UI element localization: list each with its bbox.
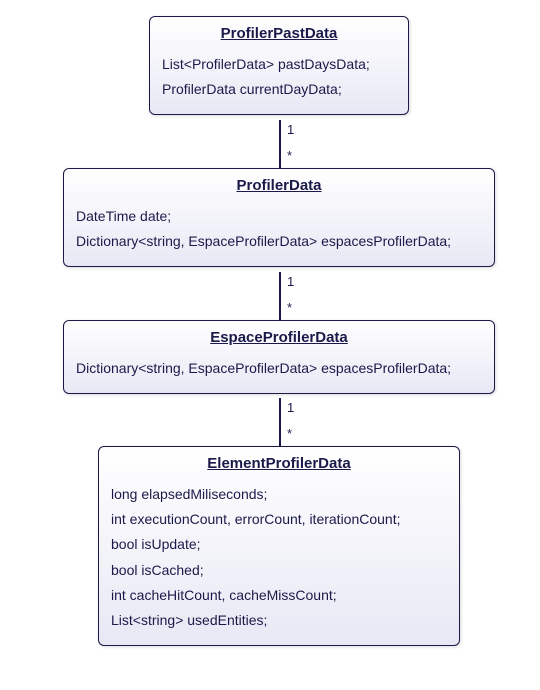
- attr: List<string> usedEntities;: [111, 608, 447, 633]
- attr: long elapsedMiliseconds;: [111, 482, 447, 507]
- class-title: EspaceProfilerData: [64, 321, 494, 352]
- class-profiler-data: ProfilerData DateTime date; Dictionary<s…: [63, 168, 495, 267]
- multiplicity-bot: *: [287, 426, 292, 441]
- uml-diagram: ProfilerPastData List<ProfilerData> past…: [0, 0, 540, 690]
- attr: ProfilerData currentDayData;: [162, 77, 396, 102]
- attr: DateTime date;: [76, 204, 482, 229]
- attr: bool isCached;: [111, 558, 447, 583]
- class-espace-profiler-data: EspaceProfilerData Dictionary<string, Es…: [63, 320, 495, 394]
- multiplicity-bot: *: [287, 148, 292, 163]
- class-body: long elapsedMiliseconds; int executionCo…: [99, 478, 459, 645]
- class-element-profiler-data: ElementProfilerData long elapsedMiliseco…: [98, 446, 460, 646]
- attr: List<ProfilerData> pastDaysData;: [162, 52, 396, 77]
- connector-1: [279, 120, 281, 168]
- multiplicity-top: 1: [287, 400, 294, 415]
- connector-2: [279, 272, 281, 320]
- attr: int executionCount, errorCount, iteratio…: [111, 507, 447, 532]
- class-body: Dictionary<string, EspaceProfilerData> e…: [64, 352, 494, 393]
- multiplicity-bot: *: [287, 300, 292, 315]
- class-title: ProfilerPastData: [150, 17, 408, 48]
- connector-3: [279, 398, 281, 446]
- class-title: ProfilerData: [64, 169, 494, 200]
- attr: bool isUpdate;: [111, 532, 447, 557]
- class-profiler-past-data: ProfilerPastData List<ProfilerData> past…: [149, 16, 409, 115]
- class-body: List<ProfilerData> pastDaysData; Profile…: [150, 48, 408, 114]
- class-body: DateTime date; Dictionary<string, Espace…: [64, 200, 494, 266]
- multiplicity-top: 1: [287, 274, 294, 289]
- attr: Dictionary<string, EspaceProfilerData> e…: [76, 229, 482, 254]
- attr: Dictionary<string, EspaceProfilerData> e…: [76, 356, 482, 381]
- attr: int cacheHitCount, cacheMissCount;: [111, 583, 447, 608]
- class-title: ElementProfilerData: [99, 447, 459, 478]
- multiplicity-top: 1: [287, 122, 294, 137]
